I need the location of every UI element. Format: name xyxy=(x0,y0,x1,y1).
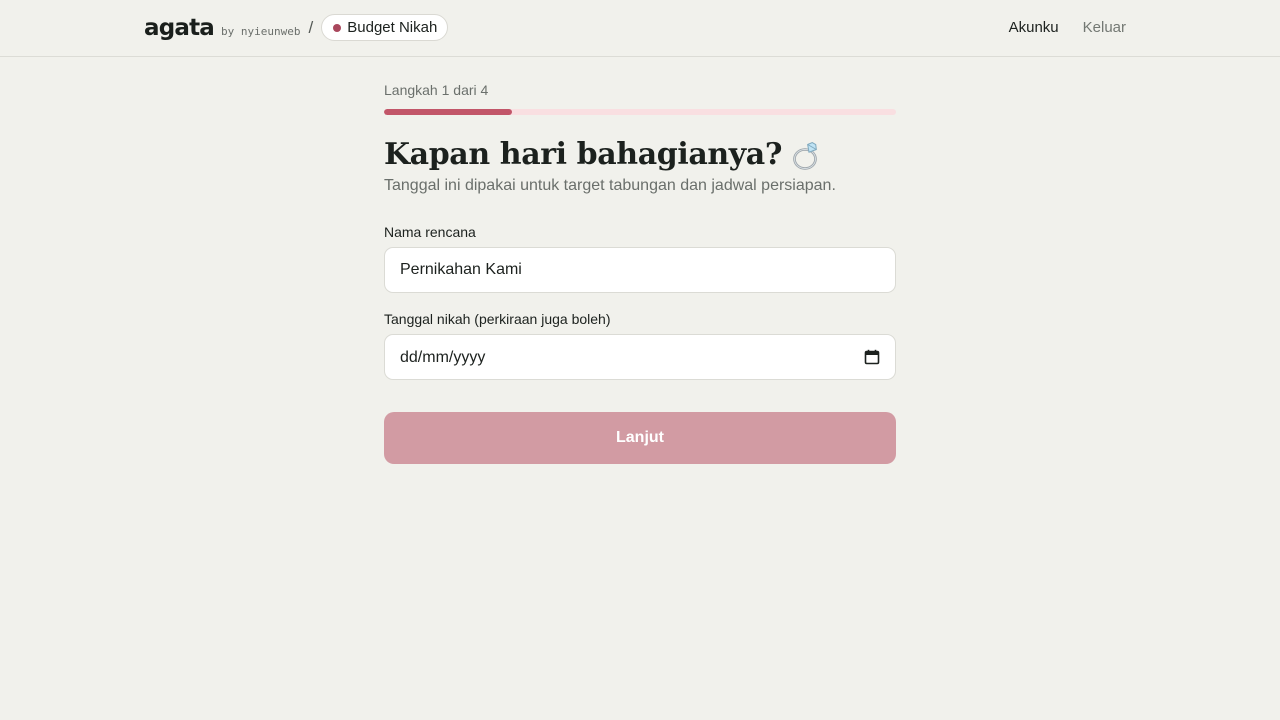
plan-name-label: Nama rencana xyxy=(384,224,476,240)
wedding-date-label: Tanggal nikah (perkiraan juga boleh) xyxy=(384,311,611,327)
plan-name: Budget Nikah xyxy=(347,19,438,36)
brand-logo[interactable]: agata xyxy=(144,15,215,41)
next-button[interactable]: Lanjut xyxy=(384,412,896,464)
step-indicator: Langkah 1 dari 4 xyxy=(384,82,489,98)
page-subtitle: Tanggal ini dipakai untuk target tabunga… xyxy=(384,177,836,194)
wedding-date-placeholder: dd/mm/yyyy xyxy=(400,349,486,366)
logout-link[interactable]: Keluar xyxy=(1083,19,1126,36)
brand-byline: by nyieunweb xyxy=(221,25,301,38)
page-title-text: Kapan hari bahagianya? xyxy=(384,137,783,172)
account-nav: Akunku Keluar xyxy=(1009,19,1126,36)
top-navigation-bar: agata by nyieunweb / Budget Nikah Akunku… xyxy=(0,0,1280,57)
progress-bar-fill xyxy=(384,109,512,115)
plan-switcher-pill[interactable]: Budget Nikah xyxy=(321,14,449,41)
ring-icon xyxy=(793,141,817,170)
onboarding-form: Langkah 1 dari 4 Kapan hari bahagianya? … xyxy=(384,82,896,464)
progress-bar xyxy=(384,109,896,115)
plan-color-dot xyxy=(333,23,342,32)
breadcrumb-separator: / xyxy=(308,18,314,37)
wedding-date-field: dd/mm/yyyy xyxy=(384,334,896,380)
calendar-icon[interactable] xyxy=(864,349,880,365)
account-link[interactable]: Akunku xyxy=(1009,19,1059,36)
plan-name-input[interactable] xyxy=(384,247,896,293)
brand-area: agata by nyieunweb / Budget Nikah xyxy=(144,14,449,41)
page-title: Kapan hari bahagianya? xyxy=(384,137,896,172)
